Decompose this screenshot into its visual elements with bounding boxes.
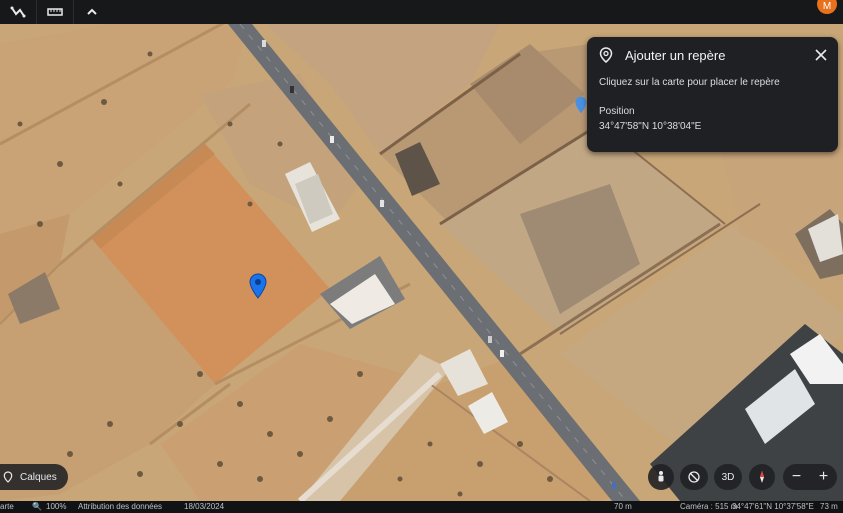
panel-header: Ajouter un repère <box>599 47 725 63</box>
zoom-level: 100% <box>46 502 67 511</box>
map-pin-icon <box>249 273 267 299</box>
cursor-coordinates: 34°47'61"N 10°37'58"E <box>732 502 814 511</box>
measure-tool-button[interactable] <box>37 0 74 24</box>
map-pin-icon <box>575 96 587 114</box>
status-map-label: arte <box>0 502 14 511</box>
compass-button[interactable] <box>749 464 775 490</box>
zoom-out-button[interactable]: − <box>786 464 808 490</box>
position-value: 34°47'58"N 10°38'04"E <box>599 121 702 132</box>
path-tool-button[interactable] <box>0 0 37 24</box>
street-view-button[interactable] <box>648 464 674 490</box>
status-bar: arte 🔍 100% Attribution des données 18/0… <box>0 501 843 513</box>
zoom-in-button[interactable]: + <box>813 464 835 490</box>
top-toolbar: M <box>0 0 843 24</box>
view-3d-label: 3D <box>721 471 735 483</box>
zoom-controls: − + <box>783 464 837 490</box>
panel-title: Ajouter un repère <box>625 47 726 63</box>
compass-icon <box>760 471 764 483</box>
no-tilt-icon <box>688 471 700 483</box>
camera-altitude: Caméra : 515 m <box>680 502 738 511</box>
layers-label: Calques <box>20 471 57 483</box>
close-button[interactable] <box>814 48 828 62</box>
ground-altitude: 73 m <box>820 502 838 511</box>
close-icon <box>815 49 827 61</box>
placed-marker[interactable] <box>249 273 267 299</box>
path-icon <box>10 6 26 18</box>
no-tilt-button[interactable] <box>680 464 708 490</box>
data-attribution-link[interactable]: Attribution des données <box>78 502 162 511</box>
search-icon: 🔍 <box>32 502 42 511</box>
collapse-toolbar-button[interactable] <box>74 0 110 24</box>
street-view-icon <box>658 471 664 482</box>
ruler-icon <box>47 8 63 16</box>
layers-icon <box>3 471 13 483</box>
layers-button[interactable]: Calques <box>0 464 68 490</box>
view-3d-button[interactable]: 3D <box>714 464 742 490</box>
add-placemark-panel: Ajouter un repère Cliquez sur la carte p… <box>587 37 838 152</box>
chevron-up-icon <box>87 8 97 15</box>
map-pin-icon <box>599 47 613 63</box>
panel-hint: Cliquez sur la carte pour placer le repè… <box>599 77 780 88</box>
position-label: Position <box>599 106 635 117</box>
imagery-date: 18/03/2024 <box>184 502 225 511</box>
scale-label: 70 m <box>614 502 632 511</box>
avatar[interactable]: M <box>817 0 837 14</box>
cursor-marker[interactable] <box>574 96 588 114</box>
